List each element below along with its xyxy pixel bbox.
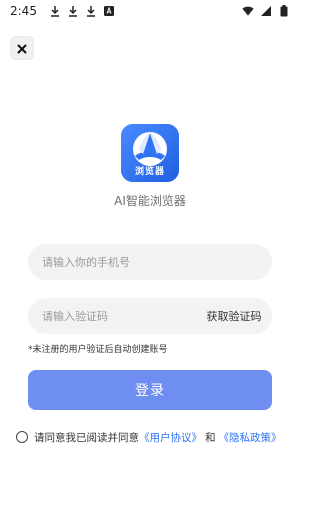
app-name: AI智能浏览器	[114, 194, 186, 208]
get-code-button[interactable]: 获取验证码	[204, 298, 264, 334]
download-icon	[85, 5, 97, 17]
wifi-icon	[242, 5, 254, 17]
user-agreement-link[interactable]: 《用户协议》	[139, 430, 202, 445]
close-button[interactable]	[10, 36, 34, 60]
download-icon	[49, 5, 61, 17]
download-icon	[67, 5, 79, 17]
register-hint: *未注册的用户验证后自动创建账号	[28, 345, 168, 355]
agreement-row: 请同意我已阅读并同意 《用户协议》 和 《隐私政策》	[16, 428, 292, 446]
agreement-text: 请同意我已阅读并同意	[34, 431, 139, 444]
app-store-icon	[103, 5, 115, 17]
status-time: 2:45	[10, 4, 37, 18]
app-logo: 浏览器	[121, 124, 179, 182]
logo-text: 浏览器	[134, 167, 165, 177]
signal-icon	[260, 5, 272, 17]
login-button[interactable]: 登录	[28, 370, 272, 410]
phone-input[interactable]	[28, 244, 272, 280]
status-bar: 2:45	[0, 0, 300, 22]
agreement-and-text: 和	[205, 431, 216, 444]
close-icon	[17, 39, 27, 58]
agreement-radio[interactable]	[16, 431, 28, 443]
privacy-policy-link[interactable]: 《隐私政策》	[219, 430, 282, 445]
battery-icon	[278, 5, 290, 17]
